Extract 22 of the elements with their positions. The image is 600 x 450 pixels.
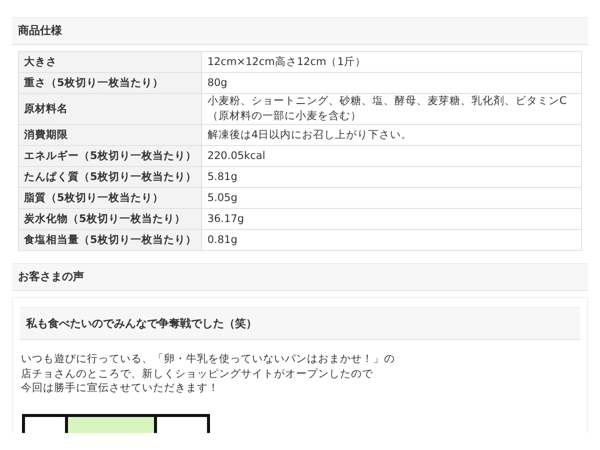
spec-value: 220.05kcal [202,146,582,166]
section-heading: お客さまの声 [12,263,588,291]
spec-label: 食塩相当量（5枚切り一枚当たり） [18,230,202,250]
review-title: 私も食べたいのでみんなで争奪戦でした（笑） [20,307,580,340]
spec-label: 炭水化物（5枚切り一枚当たり） [18,208,202,230]
spec-label: エネルギー（5枚切り一枚当たり） [18,146,202,166]
spec-value: 解凍後は4日以内にお召し上がり下さい。 [202,124,582,146]
spec-value: 36.17g [202,208,582,230]
spec-label: 重さ（5枚切り一枚当たり） [18,72,202,94]
spec-value: 小麦粉、ショートニング、砂糖、塩、酵母、麦芽糖、乳化剤、ビタミンC（原材料の一部に小麦を含む） [202,94,582,124]
review-text: いつも遊びに行っている、「卵・牛乳を使っていないパンはおまかせ！」の 店チョさんのところで、新しくショッピングサイトがオープンしたので 今回は勝手に宣伝させていただきます！ [21,352,396,396]
spec-value: 5.81g [202,166,582,188]
spec-label: 消費期限 [18,124,202,146]
spec-label: 脂質（5枚切り一枚当たり） [18,188,202,208]
section-heading: 商品仕様 [12,17,588,45]
spec-value: 12cm×12cm高さ12cm（1斤） [202,52,582,72]
spec-label: たんぱく質（5枚切り一枚当たり） [18,166,202,188]
spec-value: 5.05g [202,188,582,208]
spec-value: 80g [202,72,582,94]
spec-value: 0.81g [202,230,582,250]
spec-label: 大きさ [18,52,202,72]
spec-label: 原材料名 [18,94,202,124]
